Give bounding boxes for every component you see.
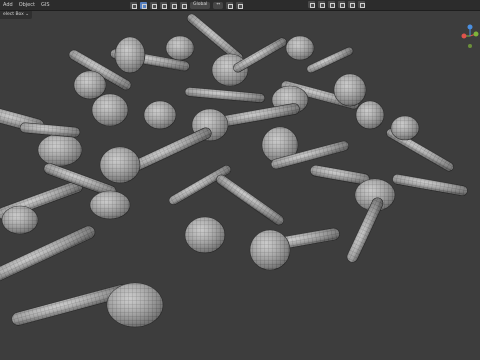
mesh-limb[interactable]	[392, 173, 469, 197]
mesh-head[interactable]	[165, 35, 195, 61]
mesh-limb[interactable]	[19, 122, 81, 138]
mesh-head[interactable]	[89, 190, 131, 220]
navigation-gizmo[interactable]	[460, 22, 480, 56]
mesh-head[interactable]	[355, 100, 385, 130]
mesh-head[interactable]	[333, 73, 367, 107]
mesh-pile	[0, 13, 469, 328]
mesh-head[interactable]	[37, 133, 83, 167]
mesh-head[interactable]	[184, 216, 226, 254]
3d-viewport[interactable]	[0, 0, 480, 360]
axis-z-icon	[467, 24, 473, 30]
mesh-head[interactable]	[99, 146, 141, 184]
mesh-limb[interactable]	[184, 87, 266, 103]
axis-x-icon	[461, 33, 467, 39]
axis-y-icon	[473, 31, 479, 37]
mesh-head[interactable]	[106, 282, 164, 328]
mesh-head[interactable]	[249, 229, 291, 271]
mesh-head[interactable]	[1, 205, 39, 235]
mesh-limb[interactable]	[214, 173, 285, 227]
mesh-head[interactable]	[91, 93, 129, 127]
mesh-head[interactable]	[73, 70, 107, 100]
axis-neg-y-icon	[468, 44, 472, 48]
mesh-limb[interactable]	[310, 164, 371, 186]
mesh-head[interactable]	[390, 115, 420, 141]
mesh-head[interactable]	[285, 35, 315, 61]
mesh-head[interactable]	[114, 36, 146, 74]
mesh-limb[interactable]	[220, 103, 301, 128]
mesh-head[interactable]	[143, 100, 177, 130]
